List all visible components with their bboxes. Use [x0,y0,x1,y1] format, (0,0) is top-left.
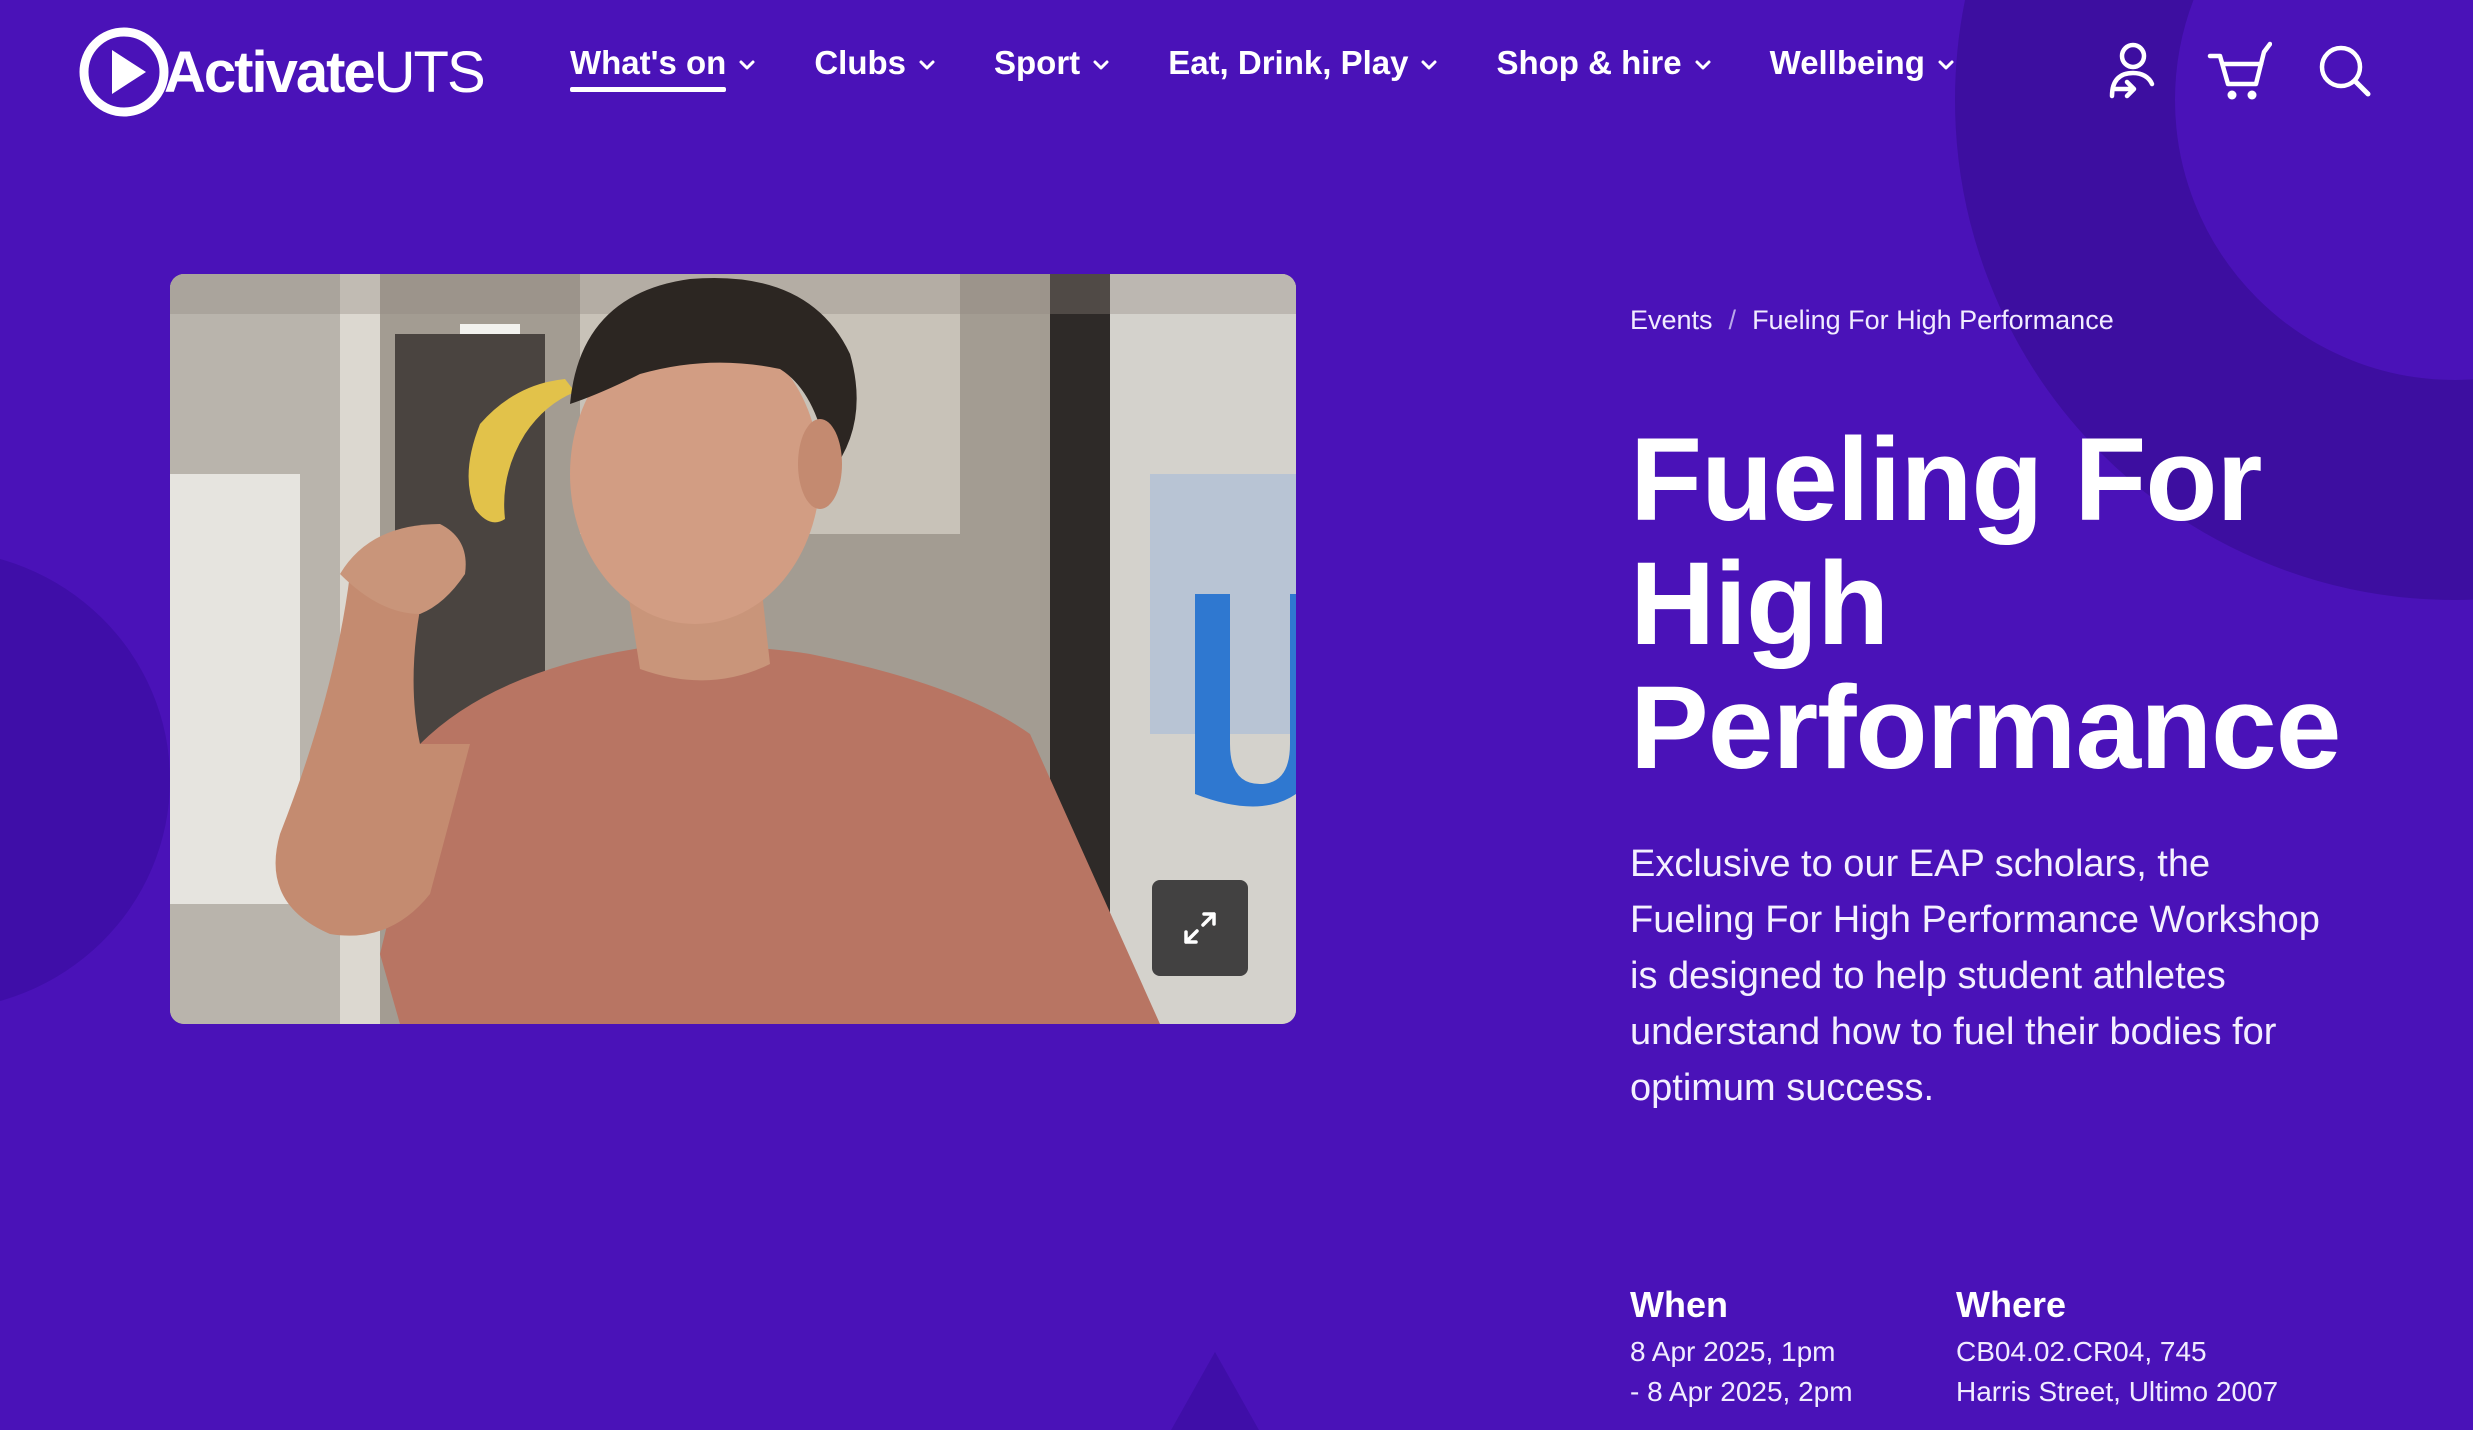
event-hero-image [170,274,1296,1024]
chevron-down-icon [919,60,935,70]
nav-item-label: Shop & hire [1496,44,1682,81]
event-description: Exclusive to our EAP scholars, the Fueli… [1630,843,2320,1109]
account-login-icon[interactable] [2100,38,2166,104]
decorative-triangle-shape [1170,1352,1260,1430]
nav-item-label: What's on [570,44,727,92]
nav-item-sport[interactable]: Sport [994,44,1110,82]
nav-item-label: Eat, Drink, Play [1168,44,1409,81]
logo-wordmark: ActivateUTS [164,39,486,106]
when-end: - 8 Apr 2025, 2pm [1630,1376,1853,1407]
page: ActivateUTS What's on Clubs Sport Eat, D… [0,0,2473,1430]
where-line-2: Harris Street, Ultimo 2007 [1956,1376,2279,1407]
where-heading: Where [1956,1284,2067,1325]
event-summary: Events / Fueling For High Performance Fu… [1630,305,2390,1154]
search-icon[interactable] [2312,38,2378,104]
breadcrumb-link-events[interactable]: Events [1630,305,1713,336]
breadcrumb-current: Fueling For High Performance [1752,305,2114,335]
event-details: When 8 Apr 2025, 1pm - 8 Apr 2025, 2pm W… [1630,1284,2446,1412]
page-title: Fueling For High Performance [1630,414,2341,794]
logo-wordmark-bold: Activate [164,39,376,105]
when-start: 8 Apr 2025, 1pm [1630,1336,1836,1367]
decorative-circle-shape [0,550,170,1010]
nav-item-label: Wellbeing [1769,44,1925,81]
header-actions [2100,38,2378,104]
when-heading: When [1630,1284,1728,1325]
cart-icon[interactable] [2206,38,2272,104]
breadcrumb-separator: / [1728,305,1737,335]
site-logo[interactable]: ActivateUTS [78,24,486,120]
chevron-down-icon [1093,60,1109,70]
chevron-down-icon [739,60,755,70]
event-when: When 8 Apr 2025, 1pm - 8 Apr 2025, 2pm [1630,1284,1866,1412]
nav-item-eat-drink-play[interactable]: Eat, Drink, Play [1168,44,1438,82]
play-circle-icon [79,27,169,117]
chevron-down-icon [1421,60,1437,70]
nav-item-label: Clubs [814,44,907,81]
nav-item-clubs[interactable]: Clubs [814,44,936,82]
main-nav: What's on Clubs Sport Eat, Drink, Play S… [570,44,2013,92]
logo-wordmark-light: UTS [373,39,486,105]
chevron-down-icon [1695,60,1711,70]
event-where: Where CB04.02.CR04, 745 Harris Street, U… [1956,1284,2356,1412]
nav-item-whats-on[interactable]: What's on [570,44,756,92]
nav-item-wellbeing[interactable]: Wellbeing [1770,44,1955,82]
expand-image-button[interactable] [1152,880,1248,976]
chevron-down-icon [1938,60,1954,70]
expand-arrows-icon [1184,912,1216,944]
event-photo [170,274,1296,1024]
nav-item-shop-hire[interactable]: Shop & hire [1496,44,1711,82]
site-header: ActivateUTS What's on Clubs Sport Eat, D… [0,0,2473,150]
nav-item-label: Sport [994,44,1081,81]
where-line-1: CB04.02.CR04, 745 [1956,1336,2207,1367]
breadcrumb: Events / Fueling For High Performance [1630,305,2390,336]
